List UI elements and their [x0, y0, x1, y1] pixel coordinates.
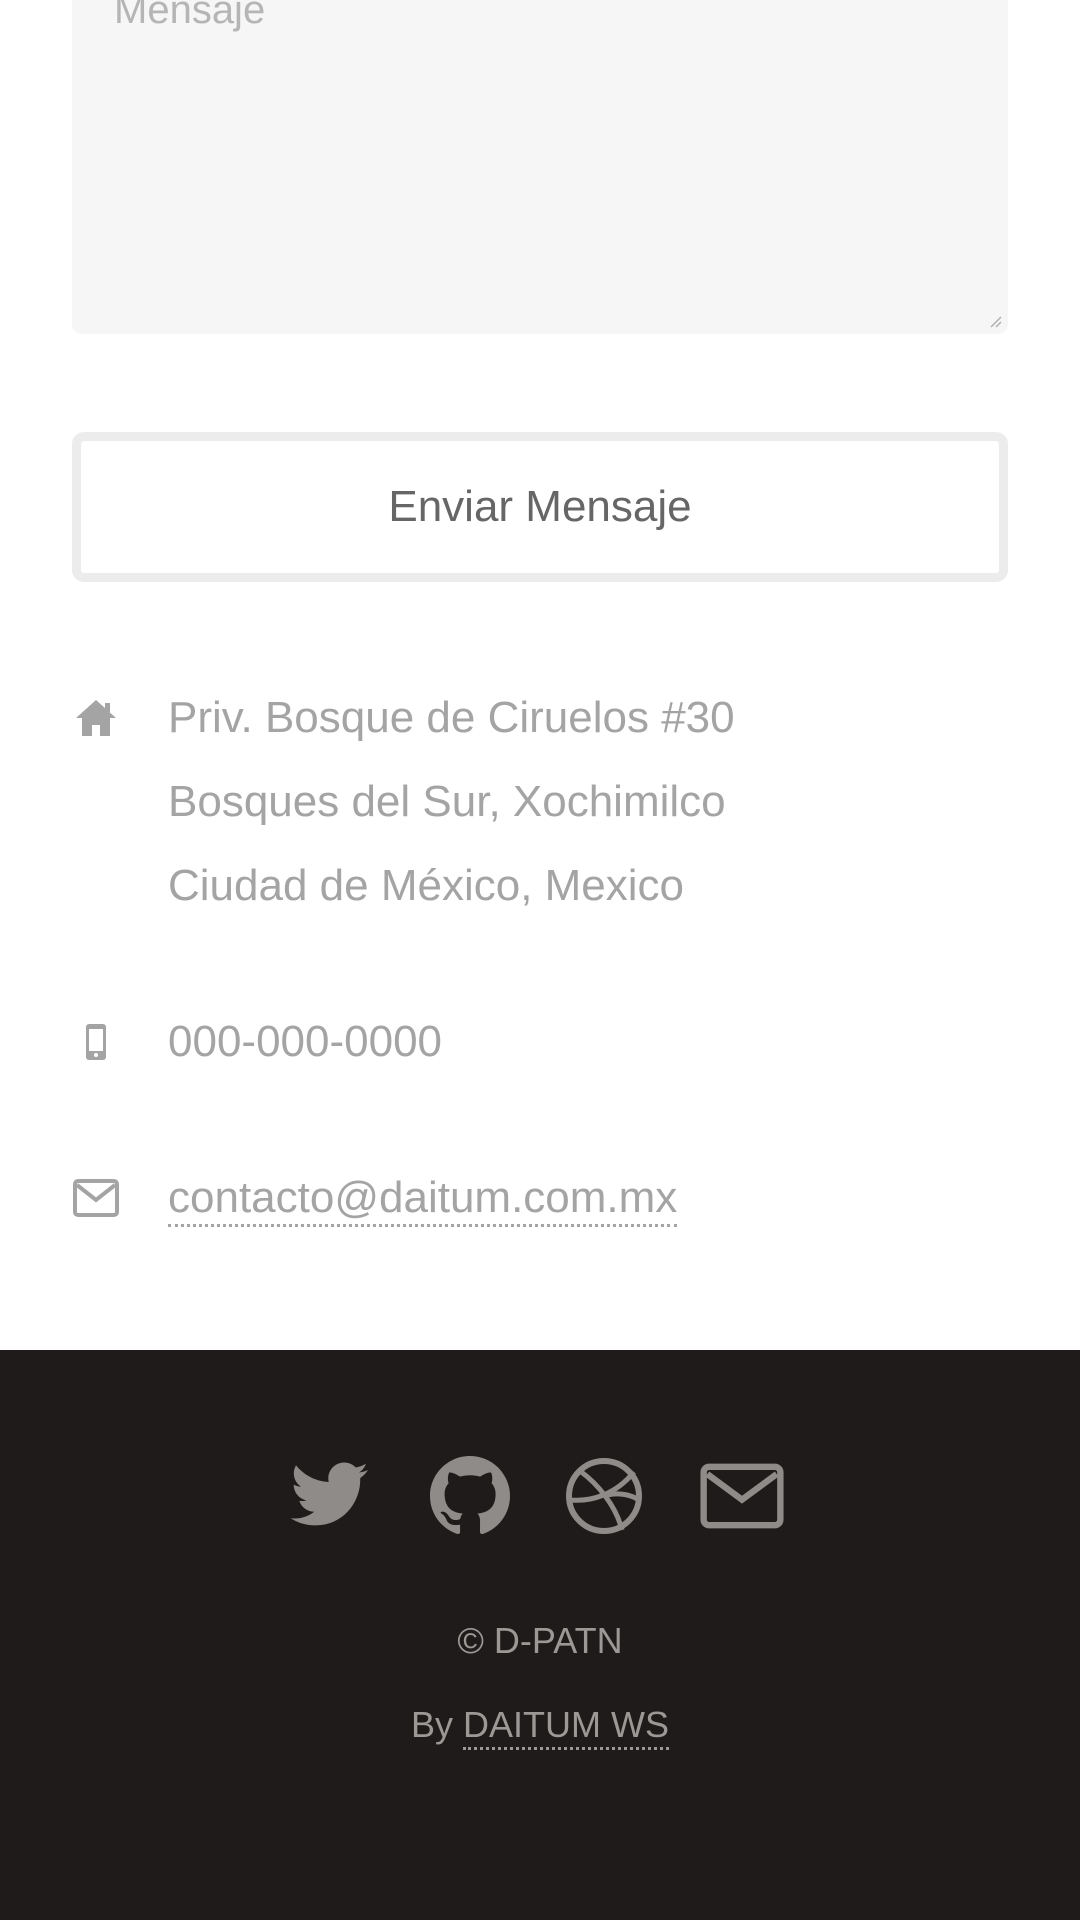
- daitum-ws-link[interactable]: DAITUM WS: [463, 1704, 669, 1750]
- message-textarea[interactable]: Mensaje: [72, 0, 1008, 334]
- byline-prefix: By: [410, 1704, 453, 1745]
- social-links: [0, 1454, 1080, 1544]
- address-line-3: Ciudad de México, Mexico: [168, 861, 685, 910]
- home-icon: [72, 694, 120, 742]
- dribbble-icon[interactable]: [562, 1454, 646, 1538]
- mobile-phone-icon: [72, 1018, 120, 1066]
- page: Mensaje Enviar Mensaje Priv. Bosque de C…: [0, 0, 1080, 1920]
- envelope-icon[interactable]: [700, 1454, 784, 1538]
- phone-number: 000-000-0000: [168, 1017, 443, 1066]
- email-text: contacto@daitum.com.mx: [168, 1156, 678, 1240]
- copyright-text: © D-PATN: [457, 1620, 623, 1661]
- send-message-button[interactable]: Enviar Mensaje: [72, 432, 1008, 582]
- twitter-icon[interactable]: [288, 1454, 372, 1538]
- phone-text: 000-000-0000: [168, 1000, 442, 1084]
- envelope-outline-icon: [72, 1174, 120, 1222]
- footer: © D-PATN By DAITUM WS: [0, 1350, 1080, 1920]
- email-link[interactable]: contacto@daitum.com.mx: [168, 1173, 678, 1227]
- message-placeholder: Mensaje: [114, 0, 266, 32]
- github-icon[interactable]: [428, 1454, 512, 1538]
- address-line-1: Priv. Bosque de Ciruelos #30: [168, 693, 735, 742]
- byline: By DAITUM WS: [0, 1704, 1080, 1750]
- resize-grip-icon[interactable]: [988, 314, 1002, 328]
- address-text: Priv. Bosque de Ciruelos #30 Bosques del…: [168, 676, 735, 928]
- address-line-2: Bosques del Sur, Xochimilco: [168, 777, 726, 826]
- contact-section: Mensaje Enviar Mensaje Priv. Bosque de C…: [0, 0, 1080, 1350]
